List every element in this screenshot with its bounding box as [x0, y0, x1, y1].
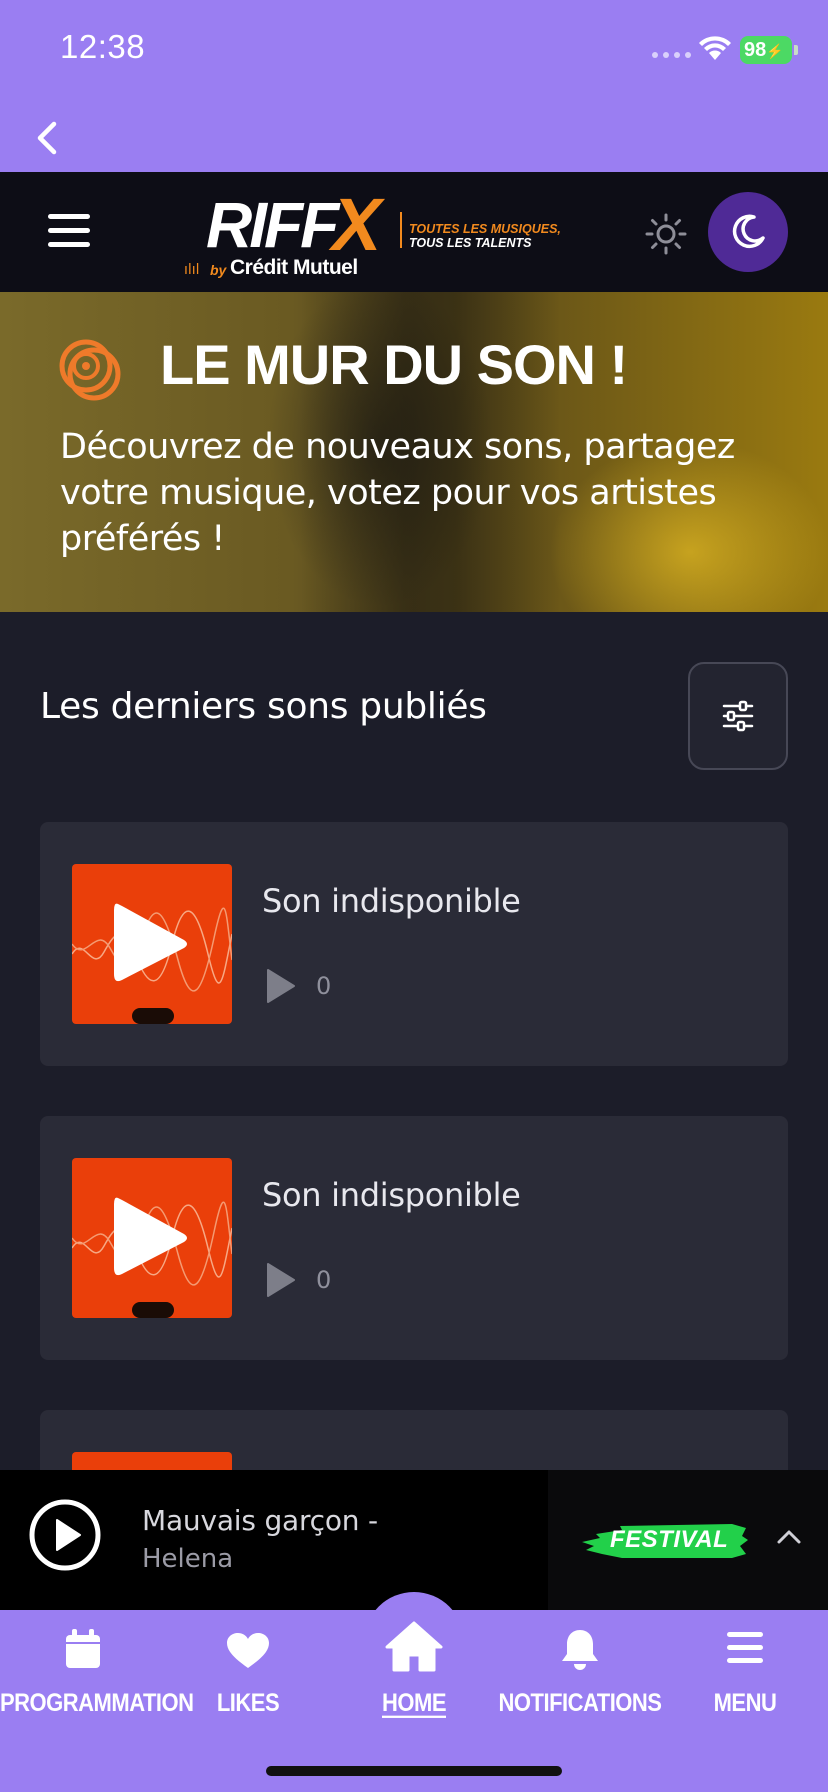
chevron-up-icon[interactable] [774, 1522, 804, 1552]
thumbnail-pill [132, 1302, 174, 1318]
vinyl-discs-icon [59, 339, 121, 401]
home-icon [385, 1621, 443, 1672]
home-indicator [266, 1766, 562, 1776]
now-playing-title: Mauvais garçon - [142, 1504, 378, 1537]
soundwave-icon: ılıl [184, 262, 200, 278]
site-header: RIFF X TOUTES LES MUSIQUES, TOUS LES TAL… [0, 172, 828, 292]
moon-icon [732, 214, 765, 249]
heart-icon [227, 1633, 269, 1668]
track-card[interactable]: Son indisponible 0 [40, 1116, 788, 1360]
track-title[interactable]: Son indisponible [262, 1176, 521, 1214]
tab-menu[interactable]: MENU [662, 1610, 828, 1720]
navigation-bar [0, 96, 828, 172]
waveform-play-artwork [72, 1197, 232, 1286]
status-time: 12:38 [60, 28, 146, 65]
tab-notifications[interactable]: NOTIFICATIONS [497, 1610, 663, 1720]
wifi-icon [699, 36, 731, 60]
logo-sponsor-text: Crédit Mutuel [230, 256, 358, 279]
hero-banner: LE MUR DU SON ! Découvrez de nouveaux so… [0, 292, 828, 612]
sliders-icon [722, 700, 754, 732]
logo-by-text: by [210, 262, 227, 278]
now-playing-artist: Helena [142, 1544, 234, 1574]
logo-tagline: TOUTES LES MUSIQUES, TOUS LES TALENTS [409, 222, 561, 250]
tab-programmation[interactable]: PROGRAMMATION [0, 1610, 194, 1720]
section-title: Les derniers sons publiés [40, 686, 487, 727]
hamburger-menu-button[interactable] [48, 214, 92, 250]
logo-x-text: X [332, 183, 382, 266]
battery-nub [794, 45, 798, 55]
menu-icon [727, 1632, 763, 1663]
play-count: 0 [316, 972, 332, 1000]
mini-player[interactable]: Mauvais garçon - Helena FESTIVAL [0, 1470, 828, 1610]
status-bar: 12:38 98⚡ [0, 0, 828, 96]
track-card[interactable]: Son indisponible 0 [40, 822, 788, 1066]
dark-mode-toggle[interactable] [708, 192, 788, 272]
track-title[interactable]: Son indisponible [262, 882, 521, 920]
tab-label: PROGRAMMATION [0, 1688, 194, 1717]
tab-home[interactable]: HOME [331, 1610, 497, 1720]
tagline-line-1: TOUTES LES MUSIQUES, [409, 222, 561, 236]
track-thumbnail[interactable] [72, 1158, 232, 1318]
festival-label: FESTIVAL [610, 1526, 729, 1553]
riffx-logo[interactable]: RIFF X TOUTES LES MUSIQUES, TOUS LES TAL… [182, 182, 562, 282]
tagline-line-2: TOUS LES TALENTS [409, 236, 532, 250]
track-thumbnail[interactable] [72, 864, 232, 1024]
tab-label: HOME [382, 1688, 447, 1717]
tab-label: LIKES [216, 1688, 280, 1717]
back-button[interactable] [28, 118, 68, 158]
filter-button[interactable] [688, 662, 788, 770]
hero-description: Découvrez de nouveaux sons, partagez vot… [60, 427, 735, 559]
tab-label: MENU [713, 1688, 777, 1717]
thumbnail-pill [132, 1008, 174, 1024]
play-button[interactable] [28, 1498, 102, 1572]
battery-indicator: 98⚡ [740, 36, 792, 64]
logo-divider [400, 212, 402, 248]
light-mode-sun-icon[interactable] [644, 212, 688, 256]
calendar-icon [66, 1629, 100, 1668]
bottom-tab-bar: PROGRAMMATION LIKES HOME NOTIFICATIONS M… [0, 1592, 828, 1792]
hero-title: LE MUR DU SON ! [160, 333, 628, 396]
bell-icon [562, 1630, 598, 1670]
play-count-icon [267, 969, 295, 1003]
play-count-icon [267, 1263, 295, 1297]
tab-likes[interactable]: LIKES [165, 1610, 331, 1720]
tab-label: NOTIFICATIONS [498, 1688, 662, 1717]
waveform-play-artwork [72, 903, 232, 992]
battery-level: 98 [744, 39, 767, 61]
play-count: 0 [316, 1266, 332, 1294]
logo-riff-text: RIFF [206, 189, 339, 261]
festival-promo[interactable]: FESTIVAL [548, 1470, 828, 1610]
cellular-signal-icon [652, 52, 691, 58]
